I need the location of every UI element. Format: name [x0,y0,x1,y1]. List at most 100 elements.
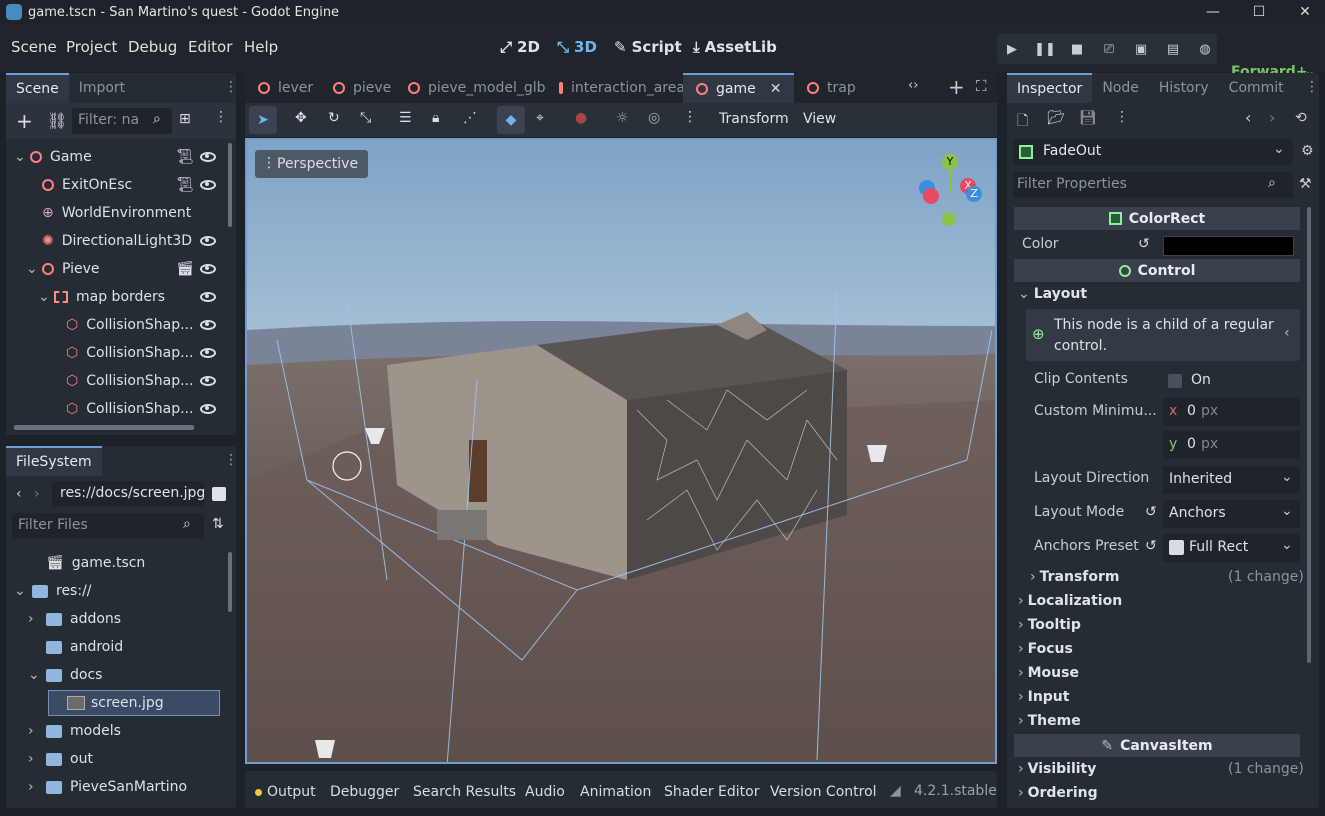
main-screen-assetlib-button[interactable]: ⤓ AssetLib [693,38,777,56]
scene-tree-item[interactable]: ExitOnEsc [26,171,132,199]
object-history-icon[interactable]: ⟲ [1295,110,1307,126]
menu-scene[interactable]: Scene [11,38,57,56]
close-tab-icon[interactable]: ✕ [770,81,782,97]
list-select-icon[interactable]: ☰ [399,110,412,126]
tab-audio[interactable]: Audio [525,784,565,800]
rotate-tool-icon[interactable]: ↻ [328,110,340,126]
play-scene-icon[interactable]: ▣ [1130,38,1152,60]
tab-debugger[interactable]: Debugger [330,784,399,800]
file-item[interactable]: ⌄ res:// [14,577,92,605]
group-focus[interactable]: › Focus [1018,641,1073,657]
scene-tree-scrollbar[interactable] [228,143,232,227]
local-space-icon[interactable]: ◆ [497,106,525,134]
move-tool-icon[interactable]: ✥ [295,110,307,126]
property-filter-input[interactable]: Filter Properties ⌕ [1013,172,1293,198]
file-item[interactable]: 🎬︎ game.tscn [28,549,145,577]
expand-arrow-icon[interactable]: › [28,779,40,795]
tab-filesystem[interactable]: FileSystem [6,446,102,476]
orientation-gizmo[interactable]: Y X Z [915,154,985,234]
menu-help[interactable]: Help [244,38,278,56]
view-menu[interactable]: View [803,111,836,127]
maximize-button[interactable]: ☐ [1236,0,1282,24]
history-back-icon[interactable]: ‹ [1245,108,1251,127]
tab-history[interactable]: History [1149,73,1219,103]
gizmo-z-axis[interactable]: Z [966,186,982,202]
file-item[interactable]: android [28,633,123,661]
path-field[interactable]: res://docs/screen.jpg [52,481,205,507]
expand-arrow-icon[interactable]: ⌄ [14,149,26,165]
scene-tab-game[interactable]: game ✕ [683,73,794,103]
forward-icon[interactable]: › [34,486,40,502]
file-item-selected[interactable]: screen.jpg [48,690,220,716]
file-item[interactable]: › PieveSanMartino [28,773,187,801]
revert-icon[interactable]: ↺ [1145,538,1157,554]
main-screen-2d-button[interactable]: ⤢ 2D [500,38,540,56]
new-scene-tab-icon[interactable]: + [948,75,965,99]
tab-shader-editor[interactable]: Shader Editor [664,784,759,800]
sun-preview-icon[interactable]: ☼ [616,110,629,126]
layout-direction-select[interactable]: Inherited ⌄ [1163,466,1300,494]
remote-debug-icon[interactable]: ⎚ [1098,38,1120,60]
expand-arrow-icon[interactable]: ⌄ [38,289,50,305]
script-icon[interactable]: 📜︎ [176,149,194,165]
visibility-eye-icon[interactable] [200,264,216,274]
select-tool-icon[interactable]: ➤ [249,106,277,134]
tab-output[interactable]: Output [267,784,316,800]
new-resource-icon[interactable]: 🗋 [1017,110,1028,134]
scene-tree-item[interactable]: ⬡ CollisionShap... [50,339,193,367]
anchors-preset-select[interactable]: Full Rect ⌄ [1163,534,1300,562]
scene-tree-item[interactable]: ⬡ CollisionShap... [50,311,193,339]
section-canvasitem[interactable]: ✎ CanvasItem [1014,734,1300,757]
file-item[interactable]: ⌄ docs [28,661,102,689]
dock-menu-icon[interactable]: ⋮ [1305,79,1319,95]
visibility-eye-icon[interactable] [200,292,216,302]
movie-maker-icon[interactable]: ◍ [1194,38,1216,60]
file-item[interactable]: › out [28,745,93,773]
tab-version-control[interactable]: Version Control [770,784,877,800]
group-theme[interactable]: › Theme [1018,713,1081,729]
ordering-group[interactable]: › Ordering [1018,785,1098,801]
revert-icon[interactable]: ↺ [1138,236,1150,252]
scale-tool-icon[interactable]: ⤡ [360,110,371,126]
section-colorrect[interactable]: ColorRect [1014,207,1300,230]
scroll-tabs-icon[interactable]: ‹› [908,78,918,93]
group-icon[interactable]: ⋰ [463,110,477,126]
add-node-icon[interactable]: + [16,109,33,133]
file-item[interactable]: › models [28,717,121,745]
tab-animation[interactable]: Animation [580,784,651,800]
property-options-icon[interactable]: ⚒ [1299,176,1312,192]
tab-inspector[interactable]: Inspector [1007,73,1093,103]
close-window-button[interactable]: ✕ [1282,0,1325,24]
expand-arrow-icon[interactable]: › [28,723,40,739]
menu-debug[interactable]: Debug [128,38,177,56]
scene-tab-pieve[interactable]: pieve [320,73,395,103]
scene-tree-item[interactable]: ⬡ CollisionShap... [50,395,193,423]
scene-tree-item[interactable]: ⊕ WorldEnvironment [26,199,191,227]
history-forward-icon[interactable]: › [1269,108,1275,127]
lock-icon[interactable]: 🔒︎ [432,110,439,126]
transform-group[interactable]: › Transform [1030,569,1119,585]
clip-contents-checkbox[interactable] [1168,374,1182,388]
gizmo-y-axis[interactable]: Y [942,154,958,170]
scene-filter-input[interactable]: Filter: na ⌕ [72,108,172,134]
play-custom-scene-icon[interactable]: ▤ [1162,38,1184,60]
revert-icon[interactable]: ↺ [1145,504,1157,520]
gizmo-neg-y[interactable] [942,212,956,226]
tab-search-results[interactable]: Search Results [413,784,516,800]
gizmo-neg-x[interactable] [923,188,939,204]
custom-min-x-field[interactable]: x 0 px [1163,398,1300,426]
group-localization[interactable]: › Localization [1018,593,1122,609]
link-icon[interactable]: ⛓ [47,111,67,130]
play-icon[interactable]: ▶ [1001,38,1023,60]
tab-node[interactable]: Node [1092,73,1149,103]
tab-import[interactable]: Import [69,73,135,103]
scene-tree-item[interactable]: ⌄ Game [14,143,92,171]
scene-tab-trap[interactable]: trap [794,73,862,103]
visibility-eye-icon[interactable] [200,404,216,414]
node-info-icon[interactable]: ⚙ [1301,143,1314,159]
visibility-eye-icon[interactable] [200,320,216,330]
file-tree-scrollbar[interactable] [228,552,232,612]
instance-scene-icon[interactable]: ⊞ [179,111,191,127]
environment-preview-icon[interactable]: ◎ [648,110,660,126]
resource-menu-icon[interactable]: ⋮ [1115,109,1129,125]
